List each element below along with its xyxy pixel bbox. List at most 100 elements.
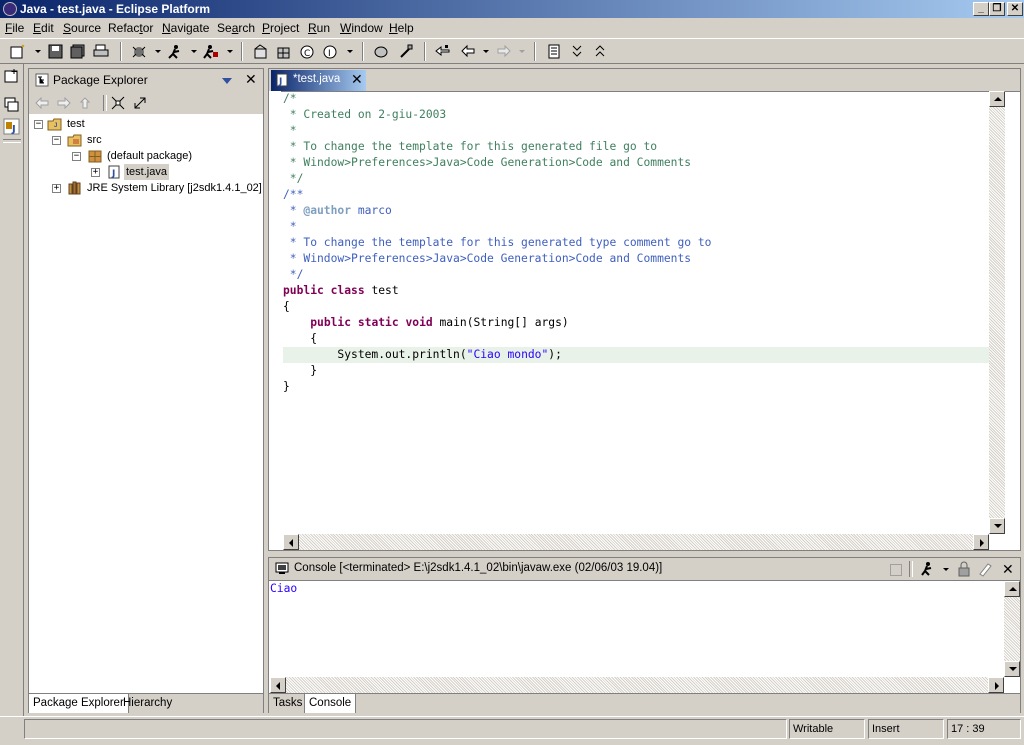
code-line[interactable]: * To change the template for this genera… bbox=[283, 235, 712, 251]
menu-search[interactable]: Search bbox=[217, 21, 255, 35]
new-icon[interactable] bbox=[10, 44, 26, 59]
java-perspective-icon[interactable]: J bbox=[3, 118, 20, 135]
tab-package-explorer[interactable]: Package Explorer bbox=[29, 694, 129, 713]
code-line[interactable]: * bbox=[283, 123, 297, 139]
debug-icon[interactable] bbox=[131, 44, 147, 59]
run-icon[interactable] bbox=[167, 44, 183, 59]
code-line[interactable]: * Window>Preferences>Java>Code Generatio… bbox=[283, 251, 691, 267]
editor-scroll-left-button[interactable] bbox=[283, 534, 299, 550]
tree-item-src[interactable]: src bbox=[87, 132, 102, 148]
code-line[interactable]: { bbox=[283, 331, 317, 347]
run-dropdown-icon[interactable] bbox=[191, 50, 197, 53]
editor-ruler bbox=[269, 91, 281, 534]
external-tools-icon[interactable] bbox=[203, 44, 219, 59]
new-type-dropdown-icon[interactable] bbox=[347, 50, 353, 53]
menu-edit[interactable]: Edit bbox=[33, 21, 54, 35]
new-java-package-icon[interactable] bbox=[276, 44, 292, 59]
tree-expander[interactable]: − bbox=[34, 120, 43, 129]
console-horizontal-scroll-track[interactable] bbox=[286, 677, 988, 693]
tab-hierarchy[interactable]: Hierarchy bbox=[123, 694, 172, 712]
console-vertical-scroll-track[interactable] bbox=[1004, 597, 1020, 661]
open-perspective-icon[interactable] bbox=[3, 68, 20, 85]
console-scroll-right-button[interactable] bbox=[988, 677, 1004, 693]
tree-item-default-package[interactable]: (default package) bbox=[107, 148, 192, 164]
editor-scroll-down-button[interactable] bbox=[989, 518, 1005, 534]
code-line[interactable]: } bbox=[283, 379, 290, 395]
clear-console-icon[interactable] bbox=[977, 561, 993, 577]
code-line[interactable]: * Created on 2-giu-2003 bbox=[283, 107, 446, 123]
code-line-main-decl[interactable]: public static void main(String[] args) bbox=[283, 315, 569, 331]
tree-item-test-java[interactable]: test.java bbox=[124, 164, 169, 180]
search-icon[interactable] bbox=[398, 44, 414, 59]
menu-run[interactable]: Run bbox=[308, 21, 330, 35]
display-selected-console-dropdown-icon[interactable] bbox=[943, 568, 949, 571]
code-line-current[interactable]: System.out.println("Ciao mondo"); bbox=[283, 347, 561, 363]
menu-help[interactable]: Help bbox=[389, 21, 414, 35]
console-scroll-up-button[interactable] bbox=[1004, 581, 1020, 597]
console-output[interactable]: Ciao bbox=[270, 582, 297, 595]
tab-tasks[interactable]: Tasks bbox=[273, 694, 302, 712]
print-icon[interactable] bbox=[93, 44, 109, 59]
open-type-icon[interactable] bbox=[373, 44, 389, 59]
code-line-author[interactable]: * @author marco bbox=[283, 203, 392, 219]
collapse-all-icon[interactable] bbox=[111, 96, 125, 110]
code-line-class-decl[interactable]: public class test bbox=[283, 283, 399, 299]
back-dropdown-icon[interactable] bbox=[483, 50, 489, 53]
maximize-button[interactable]: ❐ bbox=[989, 2, 1005, 16]
link-with-editor-icon[interactable] bbox=[133, 96, 147, 110]
tree-expander[interactable]: − bbox=[52, 136, 61, 145]
remove-launches-icon[interactable] bbox=[919, 561, 935, 577]
code-line[interactable]: /* bbox=[283, 91, 297, 107]
menu-source[interactable]: Source bbox=[63, 21, 101, 35]
back-icon[interactable] bbox=[460, 44, 476, 59]
console-header: Console [<terminated> E:\j2sdk1.4.1_02\b… bbox=[269, 558, 1020, 581]
show-source-of-element-icon[interactable] bbox=[546, 44, 562, 59]
code-line[interactable]: */ bbox=[283, 171, 304, 187]
code-line[interactable]: */ bbox=[283, 267, 304, 283]
external-tools-dropdown-icon[interactable] bbox=[227, 50, 233, 53]
close-window-button[interactable]: ✕ bbox=[1007, 2, 1023, 16]
close-view-icon[interactable]: ✕ bbox=[245, 71, 257, 88]
code-line[interactable]: * bbox=[283, 219, 297, 235]
new-dropdown-icon[interactable] bbox=[35, 50, 41, 53]
debug-dropdown-icon[interactable] bbox=[155, 50, 161, 53]
new-java-class-icon[interactable]: C bbox=[299, 44, 315, 59]
tree-expander[interactable]: + bbox=[91, 168, 100, 177]
save-icon[interactable] bbox=[48, 44, 64, 59]
tree-item-jre-library[interactable]: JRE System Library [j2sdk1.4.1_02] bbox=[87, 180, 262, 196]
editor-horizontal-scroll-track[interactable] bbox=[299, 534, 973, 550]
new-java-interface-icon[interactable]: I bbox=[322, 44, 338, 59]
editor-scroll-right-button[interactable] bbox=[973, 534, 989, 550]
previous-annotation-icon[interactable] bbox=[592, 44, 608, 59]
menu-file[interactable]: File bbox=[5, 21, 24, 35]
code-line[interactable]: * To change the template for this genera… bbox=[283, 139, 657, 155]
console-scroll-down-button[interactable] bbox=[1004, 661, 1020, 677]
scroll-lock-icon[interactable] bbox=[957, 561, 971, 577]
close-editor-icon[interactable]: ✕ bbox=[351, 71, 363, 88]
code-line[interactable]: * Window>Preferences>Java>Code Generatio… bbox=[283, 155, 691, 171]
tree-item-project[interactable]: test bbox=[67, 116, 85, 132]
editor-scroll-up-button[interactable] bbox=[989, 91, 1005, 107]
new-java-project-icon[interactable] bbox=[253, 44, 269, 59]
menu-window[interactable]: Window bbox=[340, 21, 383, 35]
console-scroll-left-button[interactable] bbox=[270, 677, 286, 693]
menu-project[interactable]: Project bbox=[262, 21, 299, 35]
code-line[interactable]: { bbox=[283, 299, 290, 315]
last-edit-location-icon[interactable] bbox=[435, 44, 451, 59]
tree-expander[interactable]: − bbox=[72, 152, 81, 161]
code-line[interactable]: /** bbox=[283, 187, 303, 203]
resource-perspective-icon[interactable] bbox=[3, 96, 20, 113]
editor-tab-bar: J *test.java ✕ bbox=[269, 69, 1020, 92]
view-menu-icon[interactable] bbox=[221, 77, 233, 85]
editor-vertical-scroll-track[interactable] bbox=[989, 107, 1005, 518]
next-annotation-icon[interactable] bbox=[569, 44, 585, 59]
save-all-icon[interactable] bbox=[70, 44, 86, 59]
menu-refactor[interactable]: Refactor bbox=[108, 21, 153, 35]
menu-navigate[interactable]: Navigate bbox=[162, 21, 209, 35]
close-view-icon[interactable]: ✕ bbox=[1002, 561, 1014, 578]
tree-expander[interactable]: + bbox=[52, 184, 61, 193]
minimize-button[interactable]: _ bbox=[973, 2, 989, 16]
tab-console[interactable]: Console bbox=[304, 694, 357, 713]
window-title: Java - test.java - Eclipse Platform bbox=[20, 2, 211, 16]
code-line[interactable]: } bbox=[283, 363, 317, 379]
